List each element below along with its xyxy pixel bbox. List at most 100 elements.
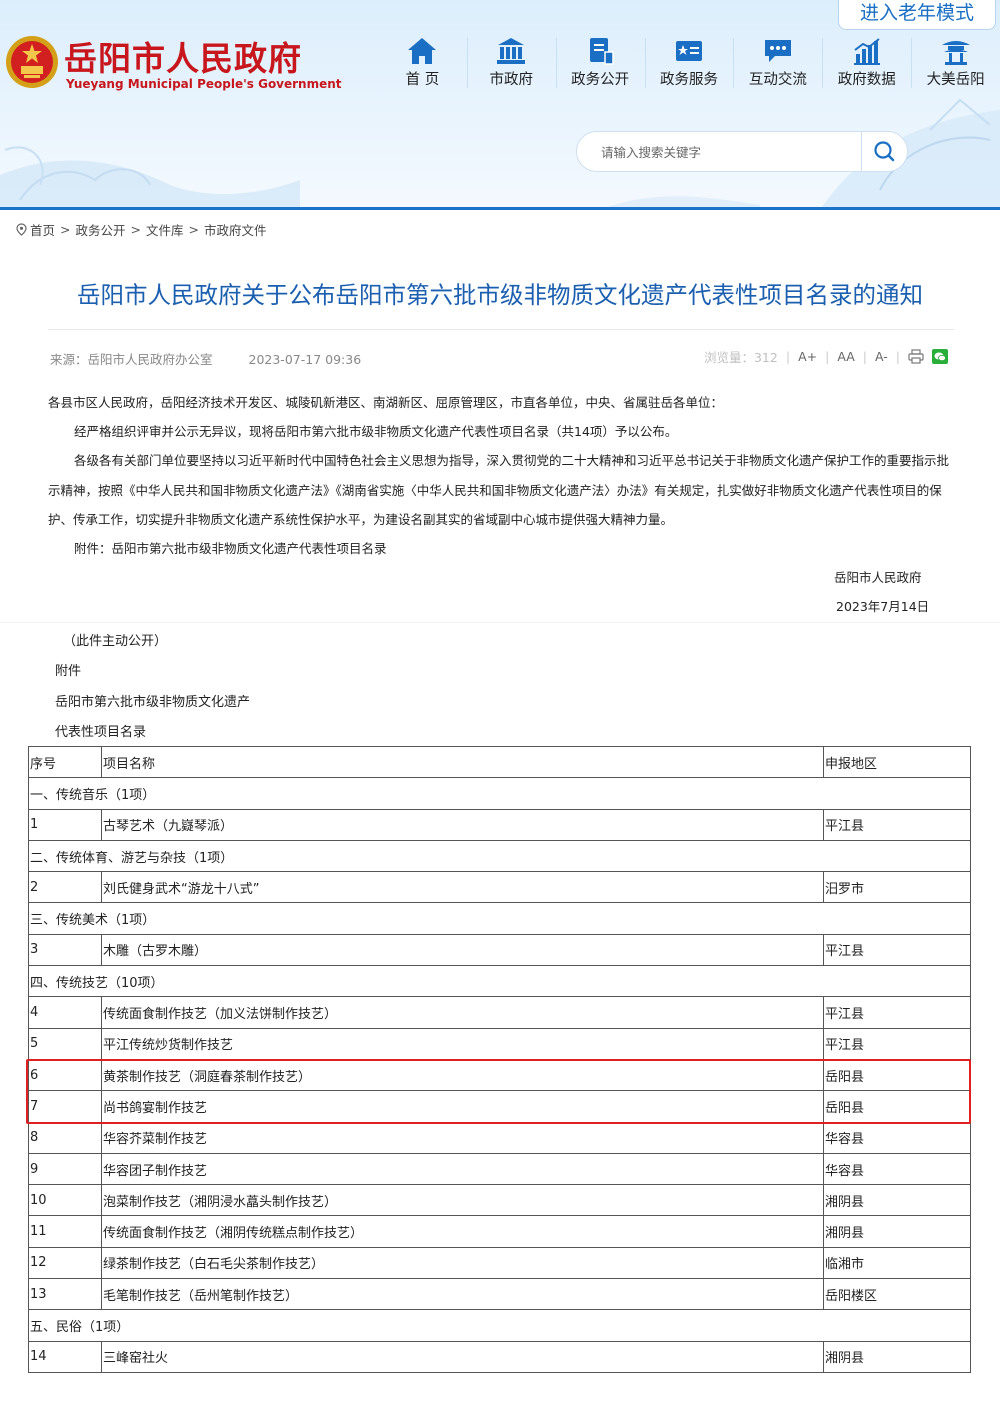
article-addressee: 各县市区人民政府，岳阳经济技术开发区、城陵矶新港区、南湖新区、屈原管理区，市直各…	[48, 395, 724, 410]
project-name-cell: 毛笔制作技艺（岳州笔制作技艺）	[101, 1278, 824, 1311]
project-name-cell: 黄茶制作技艺（洞庭春茶制作技艺）	[101, 1058, 824, 1092]
row-number-cell: 3	[28, 933, 102, 967]
pavilion-icon	[941, 41, 970, 65]
region-cell: 岳阳县	[823, 1058, 971, 1092]
nav-label: 政府数据	[837, 72, 896, 88]
national-emblem-icon	[6, 36, 58, 88]
font-reset-button[interactable]: AA	[837, 349, 854, 364]
region-cell: 平江县	[823, 996, 971, 1029]
table-row: 6 黄茶制作技艺（洞庭春茶制作技艺） 岳阳县	[28, 1058, 971, 1092]
nav-gov-services[interactable]: 政务服务	[644, 34, 734, 94]
section-divider	[0, 622, 1000, 623]
nav-gov-affairs-open[interactable]: 政务公开	[555, 34, 645, 94]
table-row: 9 华容团子制作技艺 华容县	[28, 1152, 971, 1186]
government-building-icon	[497, 38, 526, 64]
nav-label: 市政府	[489, 72, 534, 88]
project-name-cell: 绿茶制作技艺（白石毛尖茶制作技艺）	[101, 1246, 824, 1280]
table-row: 10 泡菜制作技艺（湘阴浸水藠头制作技艺） 湘阴县	[28, 1184, 971, 1217]
search-button[interactable]	[861, 131, 907, 172]
font-increase-button[interactable]: A+	[798, 349, 817, 364]
nav-beautiful-yueyang[interactable]: 大美岳阳	[911, 34, 1000, 94]
region-cell: 湘阴县	[823, 1340, 971, 1373]
table-header-cell: 序号	[28, 745, 102, 779]
article-paragraph: 经严格组织评审并公示无异议，现将岳阳市第六批市级非物质文化遗产代表性项目名录（共…	[74, 424, 678, 440]
location-pin-icon	[16, 223, 27, 236]
chat-bubble-icon	[764, 40, 791, 62]
region-cell: 岳阳楼区	[823, 1278, 971, 1311]
article-source: 来源：岳阳市人民政府办公室	[50, 352, 213, 367]
row-number-cell: 5	[28, 1027, 102, 1060]
row-number-cell: 4	[28, 996, 102, 1029]
category-cell: 一、传统音乐（1项）	[28, 777, 971, 810]
elder-mode-button[interactable]: 进入老年模式	[838, 0, 996, 30]
table-row: 14 三峰窑社火 湘阴县	[28, 1340, 971, 1373]
row-number-cell: 2	[28, 871, 102, 904]
table-category-row: 二、传统体育、游艺与杂技（1项）	[28, 839, 971, 873]
project-name-cell: 华容团子制作技艺	[101, 1152, 824, 1186]
region-cell: 华容县	[823, 1152, 971, 1186]
nav-home[interactable]: 首 页	[378, 34, 467, 94]
region-cell: 湘阴县	[823, 1184, 971, 1217]
region-cell: 汨罗市	[823, 871, 971, 904]
table-row: 1 古琴艺术（九嶷琴派） 平江县	[28, 808, 971, 841]
table-row: 3 木雕（古罗木雕） 平江县	[28, 933, 971, 967]
table-row: 13 毛笔制作技艺（岳州笔制作技艺） 岳阳楼区	[28, 1278, 971, 1311]
view-count: 浏览量：312	[703, 350, 778, 365]
bar-chart-icon	[853, 38, 880, 65]
project-name-cell: 刘氏健身武术“游龙十八式”	[101, 871, 824, 904]
nav-label: 政务公开	[571, 72, 630, 88]
tool-divider: |	[862, 349, 867, 364]
row-number-cell: 11	[28, 1215, 102, 1248]
search-icon	[874, 141, 895, 162]
service-card-icon	[676, 41, 702, 61]
region-cell: 平江县	[823, 933, 971, 967]
nav-label: 首 页	[405, 72, 440, 88]
table-category-row: 三、传统美术（1项）	[28, 902, 971, 935]
site-logo-title[interactable]: 岳阳市人民政府	[64, 32, 302, 80]
nav-interaction[interactable]: 互动交流	[733, 34, 822, 94]
row-number-cell: 6	[28, 1058, 102, 1092]
breadcrumb-city-gov-files[interactable]: 市政府文件	[204, 220, 267, 239]
tool-divider: |	[785, 349, 791, 364]
project-name-cell: 三峰窑社火	[101, 1340, 824, 1373]
project-name-cell: 平江传统炒货制作技艺	[101, 1027, 824, 1060]
row-number-cell: 10	[28, 1184, 102, 1217]
category-cell: 四、传统技艺（10项）	[28, 965, 971, 998]
project-name-cell: 传统面食制作技艺（湘阴传统糕点制作技艺）	[101, 1215, 824, 1248]
table-row: 5 平江传统炒货制作技艺 平江县	[28, 1027, 971, 1060]
article-date: 2023-07-17 09:36	[248, 352, 362, 367]
row-number-cell: 13	[28, 1278, 102, 1311]
annex-title-line2: 代表性项目名录	[55, 724, 147, 740]
search-box	[576, 131, 908, 172]
public-note: （此件主动公开）	[63, 634, 168, 649]
tool-divider: |	[895, 349, 900, 364]
nav-gov-data[interactable]: 政府数据	[822, 34, 911, 94]
category-cell: 三、传统美术（1项）	[28, 902, 971, 935]
nav-government[interactable]: 市政府	[466, 34, 556, 94]
annex-label: 附件	[55, 664, 82, 680]
row-number-cell: 9	[28, 1152, 102, 1186]
document-open-icon	[590, 38, 614, 65]
project-name-cell: 古琴艺术（九嶷琴派）	[101, 808, 824, 841]
search-input[interactable]	[601, 142, 851, 162]
breadcrumb-gov-open[interactable]: 政务公开	[76, 220, 126, 239]
print-icon[interactable]	[908, 349, 924, 364]
article-paragraph: 各级各有关部门单位要坚持以习近平新时代中国特色社会主义思想为指导，深入贯彻党的二…	[48, 453, 950, 527]
main-nav: 首 页 市政府 政务公开 政务服务 互动交流 政府数据 大美岳阳	[378, 34, 1000, 94]
article-attachment-link[interactable]: 附件：岳阳市第六批市级非物质文化遗产代表性项目名录	[48, 534, 958, 563]
project-name-cell: 传统面食制作技艺（加义法饼制作技艺）	[101, 996, 824, 1029]
table-category-row: 四、传统技艺（10项）	[28, 965, 971, 998]
breadcrumb-file-library[interactable]: 文件库	[146, 220, 184, 239]
table-row: 4 传统面食制作技艺（加义法饼制作技艺） 平江县	[28, 996, 971, 1029]
region-cell: 平江县	[823, 808, 971, 841]
table-category-row: 五、民俗（1项）	[28, 1309, 971, 1342]
row-number-cell: 1	[28, 808, 102, 841]
wechat-share-icon[interactable]	[932, 349, 948, 364]
project-name-cell: 泡菜制作技艺（湘阴浸水藠头制作技艺）	[101, 1184, 824, 1217]
article-tools: 浏览量：312 | A+ | AA | A- |	[704, 347, 948, 366]
breadcrumb-home[interactable]: 首页	[30, 220, 55, 239]
font-decrease-button[interactable]: A-	[875, 349, 888, 364]
table-row: 2 刘氏健身武术“游龙十八式” 汨罗市	[28, 871, 971, 904]
article-body: 各县市区人民政府，岳阳经济技术开发区、城陵矶新港区、南湖新区、屈原管理区，市直各…	[48, 388, 958, 563]
site-logo-subtitle: Yueyang Municipal People's Government	[66, 77, 342, 91]
